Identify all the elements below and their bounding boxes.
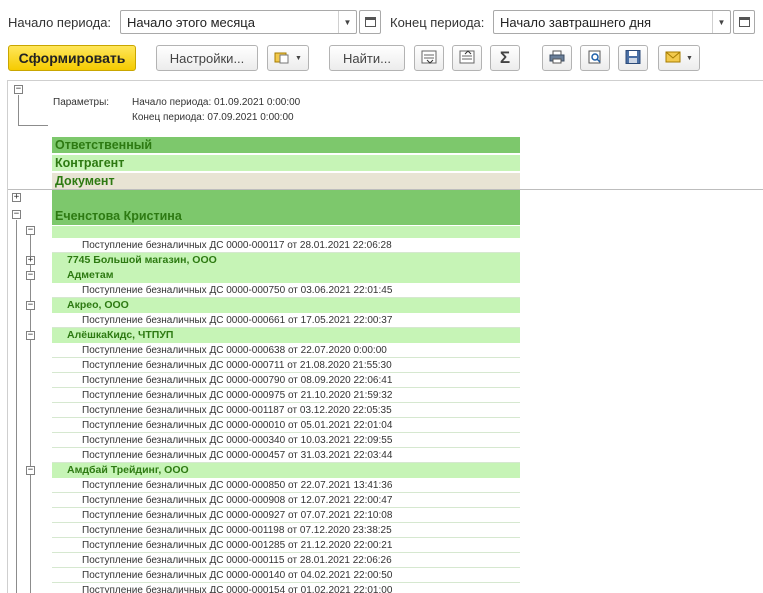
- tree-line: [16, 220, 17, 593]
- period-start-value: Начало этого месяца: [127, 15, 255, 30]
- find-prev-button[interactable]: [452, 45, 482, 71]
- period-start-select[interactable]: Начало этого месяца ▼: [120, 10, 357, 34]
- chevron-down-icon[interactable]: ▼: [338, 11, 356, 33]
- generate-button[interactable]: Сформировать: [8, 45, 136, 71]
- subgroup-row: [52, 226, 520, 238]
- expand-all-toggle[interactable]: +: [12, 193, 21, 202]
- document-row[interactable]: Поступление безналичных ДС 0000-000850 о…: [52, 478, 520, 493]
- document-row[interactable]: Поступление безналичных ДС 0000-000115 о…: [52, 553, 520, 568]
- tree-line: [18, 95, 19, 125]
- document-row[interactable]: Поступление безналичных ДС 0000-000457 о…: [52, 448, 520, 463]
- period-start-calendar-button[interactable]: [359, 10, 381, 34]
- period-start-label: Начало периода:: [8, 15, 112, 30]
- calendar-icon: [364, 17, 376, 27]
- save-button[interactable]: [618, 45, 648, 71]
- find-next-button[interactable]: [414, 45, 444, 71]
- tree-line: [18, 125, 48, 126]
- group-toggle[interactable]: −: [26, 301, 35, 310]
- print-icon: [549, 50, 565, 67]
- params-end: Конец периода: 07.09.2021 0:00:00: [132, 112, 294, 123]
- period-end-value: Начало завтрашнего дня: [500, 15, 652, 30]
- document-row[interactable]: Поступление безналичных ДС 0000-001187 о…: [52, 403, 520, 418]
- save-icon: [625, 49, 641, 67]
- period-end-label: Конец периода:: [390, 15, 485, 30]
- contractor-group-row[interactable]: Амдбай Трейдинг, ООО: [52, 463, 520, 478]
- contractor-group-row[interactable]: АлёшкаКидс, ЧТПУП: [52, 328, 520, 343]
- print-button[interactable]: [542, 45, 572, 71]
- document-row[interactable]: Поступление безналичных ДС 0000-000340 о…: [52, 433, 520, 448]
- group-toggle[interactable]: −: [26, 331, 35, 340]
- document-row[interactable]: Поступление безналичных ДС 0000-000638 о…: [52, 343, 520, 358]
- document-row[interactable]: Поступление безналичных ДС 0000-001198 о…: [52, 523, 520, 538]
- employee-row: Еченстова Кристина: [52, 207, 520, 225]
- document-row[interactable]: Поступление безналичных ДС 0000-000975 о…: [52, 388, 520, 403]
- document-row[interactable]: Поступление безналичных ДС 0000-000790 о…: [52, 373, 520, 388]
- document-row[interactable]: Поступление безналичных ДС 0000-000661 о…: [52, 313, 520, 328]
- group-toggle[interactable]: −: [26, 466, 35, 475]
- report-variant-icon: [274, 50, 290, 67]
- preview-button[interactable]: [580, 45, 610, 71]
- calendar-icon: [738, 17, 750, 27]
- contractor-group-row[interactable]: Акрео, ООО: [52, 298, 520, 313]
- collapse-employee-toggle[interactable]: −: [12, 210, 21, 219]
- document-row[interactable]: Поступление безналичных ДС 0000-000711 о…: [52, 358, 520, 373]
- period-end-calendar-button[interactable]: [733, 10, 755, 34]
- collapse-params-toggle[interactable]: −: [14, 85, 23, 94]
- email-button[interactable]: ▼: [658, 45, 700, 71]
- report-variant-button[interactable]: ▼: [267, 45, 309, 71]
- find-button[interactable]: Найти...: [329, 45, 405, 71]
- email-icon: [665, 51, 681, 66]
- chevron-down-icon: ▼: [295, 54, 302, 62]
- params-label: Параметры:: [53, 97, 110, 108]
- document-row[interactable]: Поступление безналичных ДС 0000-000117 о…: [52, 238, 520, 253]
- document-row[interactable]: Поступление безналичных ДС 0000-001285 о…: [52, 538, 520, 553]
- tree-line: [30, 234, 31, 593]
- find-prev-icon: [459, 49, 475, 67]
- document-row[interactable]: Поступление безналичных ДС 0000-000154 о…: [52, 583, 520, 593]
- document-row[interactable]: Поступление безналичных ДС 0000-000750 о…: [52, 283, 520, 298]
- toolbar: Сформировать Настройки... ▼ Найти... Σ ▼: [0, 45, 763, 73]
- header-contractor: Контрагент: [52, 155, 520, 172]
- group-toggle[interactable]: −: [26, 271, 35, 280]
- group-toggle[interactable]: +: [26, 256, 35, 265]
- period-bar: Начало периода: Начало этого месяца ▼ Ко…: [0, 10, 763, 36]
- document-row[interactable]: Поступление безналичных ДС 0000-000908 о…: [52, 493, 520, 508]
- document-row[interactable]: Поступление безналичных ДС 0000-000927 о…: [52, 508, 520, 523]
- contractor-group-row[interactable]: Адметам: [52, 268, 520, 283]
- document-row[interactable]: Поступление безналичных ДС 0000-000010 о…: [52, 418, 520, 433]
- params-start: Начало периода: 01.09.2021 0:00:00: [132, 97, 301, 108]
- chevron-down-icon[interactable]: ▼: [712, 11, 730, 33]
- find-next-icon: [421, 50, 437, 67]
- chevron-down-icon: ▼: [686, 54, 693, 62]
- sum-button[interactable]: Σ: [490, 45, 520, 71]
- contractor-group-row[interactable]: 7745 Большой магазин, ООО: [52, 253, 520, 268]
- sum-icon: Σ: [499, 48, 511, 67]
- period-end-select[interactable]: Начало завтрашнего дня ▼: [493, 10, 731, 34]
- report-area[interactable]: − Параметры: Начало периода: 01.09.2021 …: [7, 80, 763, 593]
- header-responsible: Ответственный: [52, 137, 520, 154]
- settings-button[interactable]: Настройки...: [156, 45, 258, 71]
- header-document: Документ: [52, 173, 520, 190]
- totals-row: [52, 190, 520, 207]
- preview-icon: [587, 50, 603, 67]
- collapse-subgroup-toggle[interactable]: −: [26, 226, 35, 235]
- document-row[interactable]: Поступление безналичных ДС 0000-000140 о…: [52, 568, 520, 583]
